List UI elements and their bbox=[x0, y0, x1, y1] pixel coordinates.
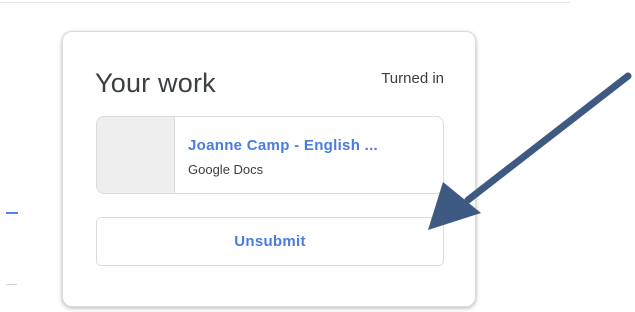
top-divider bbox=[0, 2, 570, 3]
attachment-item[interactable]: Joanne Camp - English ... Google Docs bbox=[96, 116, 444, 194]
your-work-card: Your work Turned in Joanne Camp - Englis… bbox=[62, 31, 476, 307]
turned-in-status: Turned in bbox=[381, 70, 444, 87]
unsubmit-button[interactable]: Unsubmit bbox=[96, 217, 444, 266]
left-edge-accent-mark bbox=[6, 212, 18, 214]
left-edge-divider-mark bbox=[6, 284, 17, 285]
attachment-thumbnail bbox=[97, 117, 175, 193]
card-title: Your work bbox=[95, 68, 216, 98]
attachment-title-link[interactable]: Joanne Camp - English ... bbox=[188, 137, 378, 154]
classroom-page: Your work Turned in Joanne Camp - Englis… bbox=[0, 0, 635, 312]
attachment-type-label: Google Docs bbox=[188, 162, 264, 177]
